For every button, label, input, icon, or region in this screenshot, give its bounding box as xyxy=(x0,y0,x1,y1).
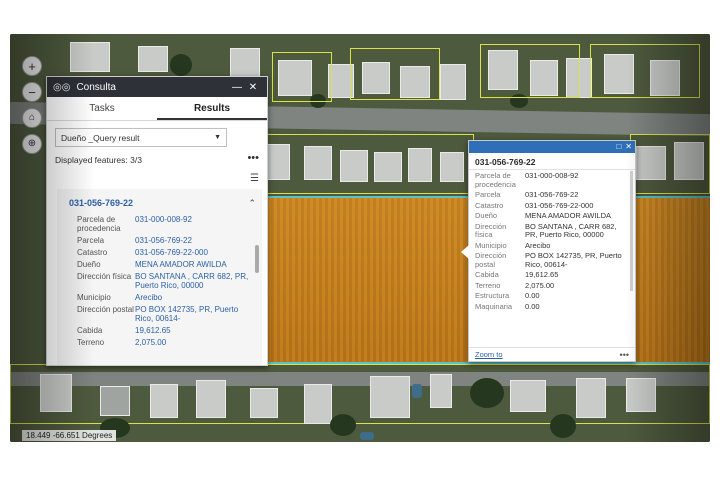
zoom-out-button[interactable]: − xyxy=(22,82,42,102)
consulta-tabs: Tasks Results xyxy=(47,97,267,121)
locate-icon: ⊕ xyxy=(27,138,37,149)
field-value: 2,075.00 xyxy=(135,338,167,347)
displayed-features-count: Displayed features: 3/3 xyxy=(55,155,142,165)
popup-pointer xyxy=(461,245,469,259)
field-label: Parcela de procedencia xyxy=(475,171,516,189)
query-result-select[interactable]: Dueño _Query result ▼ xyxy=(55,128,227,147)
popup-field-row: Cabida 19,612.65 xyxy=(469,270,635,280)
locate-button[interactable]: ⊕ xyxy=(22,134,42,154)
field-row: Terreno 2,075.00 xyxy=(57,338,262,347)
field-value: 031-056-769-22 xyxy=(135,236,192,245)
field-label: Parcela de procedencia xyxy=(77,215,121,233)
field-row: Parcela 031-056-769-22 xyxy=(57,236,262,245)
field-value: 031-056-769-22 xyxy=(525,190,579,199)
home-button[interactable]: ⌂ xyxy=(22,108,42,128)
field-value: 19,612.65 xyxy=(525,270,559,279)
popup-title: 031-056-769-22 xyxy=(469,153,635,170)
field-label: Cabida xyxy=(77,326,103,335)
popup-field-row: Municipio Arecibo xyxy=(469,240,635,251)
field-value: MENA AMADOR AWILDA xyxy=(525,211,611,220)
minimize-icon[interactable]: — xyxy=(229,82,245,93)
result-header[interactable]: 031-056-769-22 ⌃ xyxy=(57,194,262,212)
field-label: Municipio xyxy=(475,240,507,250)
coordinates-readout: 18.449 -66.651 Degrees xyxy=(22,430,117,441)
field-value: Arecibo xyxy=(135,293,163,302)
field-row: Catastro 031-056-769-22-000 xyxy=(57,248,262,257)
field-value: MENA AMADOR AWILDA xyxy=(135,260,227,269)
field-value: 031-056-769-22-000 xyxy=(135,248,208,257)
field-label: Parcela xyxy=(77,236,105,245)
field-label: Dueño xyxy=(77,260,101,269)
feature-popup: □ ✕ 031-056-769-22 Parcela de procedenci… xyxy=(461,140,636,362)
popup-field-row: Parcela 031-056-769-22 xyxy=(469,190,635,200)
zoom-to-link[interactable]: Zoom to xyxy=(475,350,620,359)
field-label: Dirección física xyxy=(475,221,507,239)
more-options-icon[interactable]: ••• xyxy=(247,152,259,164)
results-scrollbar[interactable] xyxy=(255,245,259,273)
field-label: Cabida xyxy=(475,270,499,279)
popup-header: □ ✕ xyxy=(469,141,635,153)
field-row: Municipio Arecibo xyxy=(57,293,262,302)
map-screen: + − ⌂ ⊕ 18.449 -66.651 Degrees ◎◎ Consul… xyxy=(10,34,710,442)
popup-field-row: Catastro 031-056-769-22-000 xyxy=(469,200,635,211)
field-value: 19,612.65 xyxy=(135,326,171,335)
tab-results[interactable]: Results xyxy=(157,97,267,120)
field-label: Parcela xyxy=(475,190,501,199)
consulta-panel: ◎◎ Consulta — ✕ Tasks Results Dueño _Que… xyxy=(46,76,268,366)
field-label: Maquinaria xyxy=(475,301,513,311)
maximize-icon[interactable]: □ xyxy=(616,141,621,153)
result-id[interactable]: 031-056-769-22 xyxy=(69,198,248,208)
popup-field-row: Dueño MENA AMADOR AWILDA xyxy=(469,211,635,221)
field-label: Terreno xyxy=(77,338,105,347)
home-icon: ⌂ xyxy=(28,112,36,123)
field-value: PO BOX 142735, PR, Puerto Rico, 00614- xyxy=(525,251,622,269)
query-result-select-value: Dueño _Query result xyxy=(61,132,140,143)
popup-field-row: Estructura 0.00 xyxy=(469,291,635,301)
field-row: Dueño MENA AMADOR AWILDA xyxy=(57,260,262,269)
field-label: Dirección postal xyxy=(475,251,507,269)
field-row: Parcela de procedencia 031-000-008-92 xyxy=(57,215,262,233)
popup-footer: Zoom to ••• xyxy=(469,347,635,361)
field-label: Terreno xyxy=(475,280,501,290)
popup-field-row: Parcela de procedencia 031-000-008-92 xyxy=(469,171,635,189)
popup-scrollbar[interactable] xyxy=(630,171,633,291)
close-icon[interactable]: ✕ xyxy=(625,141,632,153)
consulta-titlebar: ◎◎ Consulta — ✕ xyxy=(47,77,267,97)
consulta-title: Consulta xyxy=(76,81,116,93)
field-value: 031-000-008-92 xyxy=(135,215,192,224)
field-row: Cabida 19,612.65 xyxy=(57,326,262,335)
tab-tasks[interactable]: Tasks xyxy=(47,97,157,120)
field-row: Dirección postal PO BOX 142735, PR, Puert… xyxy=(57,305,262,323)
field-label: Catastro xyxy=(77,248,108,257)
field-value: BO SANTANA , CARR 682, PR, Puerto Rico, … xyxy=(525,221,617,239)
popup-field-row: Dirección física BO SANTANA , CARR 682, P… xyxy=(469,221,635,240)
more-options-icon[interactable]: ••• xyxy=(620,350,629,360)
field-label: Dirección física xyxy=(77,272,132,281)
field-value: BO SANTANA , CARR 682, PR, Puerto Rico, … xyxy=(135,272,249,290)
field-value: Arecibo xyxy=(525,240,551,250)
field-label: Dirección postal xyxy=(77,305,134,314)
field-label: Estructura xyxy=(475,291,510,300)
field-value: 031-056-769-22-000 xyxy=(525,200,594,210)
field-value: PO BOX 142735, PR, Puerto Rico, 00614- xyxy=(135,305,239,323)
zoom-in-button[interactable]: + xyxy=(22,56,42,76)
popup-field-row: Maquinaria 0.00 xyxy=(469,301,635,312)
result-feature: 031-056-769-22 ⌃ Parcela de procedencia 0… xyxy=(57,189,262,365)
chevron-down-icon: ▼ xyxy=(214,134,221,141)
popup-field-row: Dirección postal PO BOX 142735, PR, Puert… xyxy=(469,251,635,269)
field-value: 2,075.00 xyxy=(525,280,555,290)
binoculars-icon: ◎◎ xyxy=(53,81,71,93)
field-label: Dueño xyxy=(475,211,498,220)
field-value: 0.00 xyxy=(525,291,540,300)
field-row: Dirección física BO SANTANA , CARR 682, P… xyxy=(57,272,262,290)
list-options-icon[interactable]: ☰ xyxy=(250,173,259,184)
field-value: 0.00 xyxy=(525,301,540,311)
close-icon[interactable]: ✕ xyxy=(245,82,261,93)
field-value: 031-000-008-92 xyxy=(525,171,579,180)
popup-field-row: Terreno 2,075.00 xyxy=(469,280,635,291)
field-label: Municipio xyxy=(77,293,111,302)
field-label: Catastro xyxy=(475,200,504,210)
chevron-up-icon[interactable]: ⌃ xyxy=(248,198,256,209)
